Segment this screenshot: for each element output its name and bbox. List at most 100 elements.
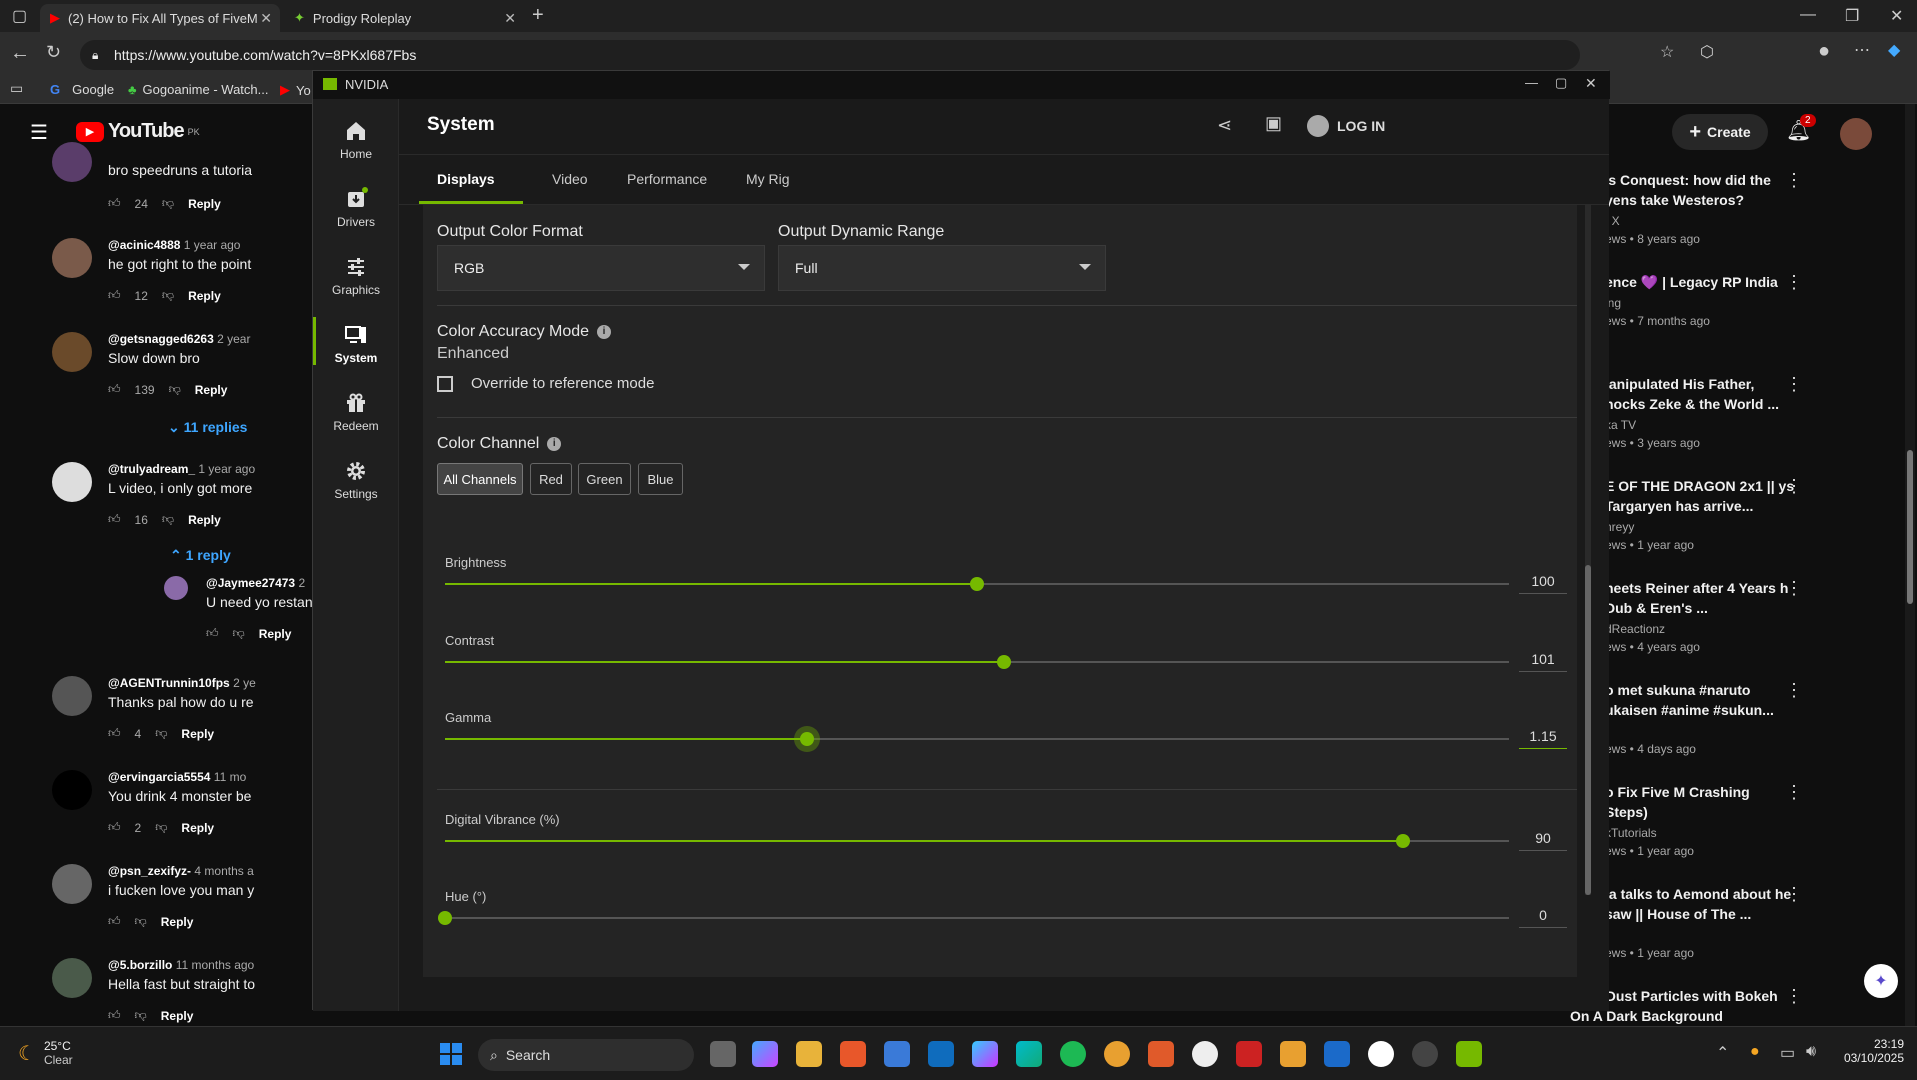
dislike-icon[interactable]: 👎︎ — [233, 626, 245, 641]
spotify-icon[interactable] — [1060, 1041, 1086, 1067]
comment-author[interactable]: @acinic4888 — [108, 238, 180, 252]
tab-youtube[interactable]: ▶ (2) How to Fix All Types of FiveM ✕ — [40, 4, 280, 32]
create-button[interactable]: + Create — [1672, 114, 1768, 150]
start-button[interactable] — [440, 1043, 462, 1065]
override-checkbox[interactable] — [437, 375, 453, 392]
file-explorer-icon[interactable] — [796, 1041, 822, 1067]
panel-scrollbar-thumb[interactable] — [1585, 565, 1591, 895]
recommended-video[interactable]: E OF THE DRAGON 2x1 || ys Targaryen has … — [1605, 476, 1803, 552]
microphone-icon[interactable]: ● — [1750, 1043, 1760, 1061]
reply-button[interactable]: Reply — [188, 197, 221, 211]
taskbar-search[interactable]: ⌕ Search — [478, 1039, 694, 1071]
like-icon[interactable]: 👍︎ — [108, 288, 121, 303]
channel-green-button[interactable]: Green — [578, 463, 631, 495]
reply-button[interactable]: Reply — [259, 627, 292, 641]
close-window-icon[interactable]: ✕ — [1890, 6, 1903, 26]
like-icon[interactable]: 👍︎ — [108, 726, 121, 741]
slider-track[interactable] — [445, 732, 1509, 746]
minimize-icon[interactable]: — — [1525, 75, 1538, 90]
tab-displays[interactable]: Displays — [437, 171, 495, 187]
more-vert-icon[interactable]: ⋮ — [1785, 578, 1803, 599]
nav-home[interactable]: Home — [313, 119, 399, 161]
slider-thumb[interactable] — [970, 577, 984, 591]
like-icon[interactable]: 👍︎ — [108, 914, 121, 929]
task-view-icon[interactable] — [710, 1041, 736, 1067]
store-icon[interactable] — [884, 1041, 910, 1067]
slider-value[interactable]: 101 — [1519, 651, 1567, 672]
slider-track[interactable] — [445, 577, 1509, 591]
reply-button[interactable]: Reply — [188, 289, 221, 303]
favorite-google[interactable]: G Google — [50, 82, 114, 97]
more-vert-icon[interactable]: ⋮ — [1785, 170, 1803, 191]
recommended-video[interactable]: heets Reiner after 4 Years h Dub & Eren'… — [1605, 578, 1803, 654]
favorite-youtube[interactable]: ▶ Yo — [280, 82, 311, 98]
recommended-video[interactable]: 's Conquest: how did the yens take Weste… — [1605, 170, 1803, 246]
info-icon[interactable]: i — [547, 436, 562, 451]
kick-app-icon[interactable] — [1148, 1041, 1174, 1067]
more-vert-icon[interactable]: ⋮ — [1785, 272, 1803, 293]
clock[interactable]: 23:19 03/10/2025 — [1836, 1037, 1904, 1065]
more-icon[interactable]: ⋯ — [1854, 40, 1870, 60]
profile-icon[interactable]: ● — [1818, 40, 1830, 63]
slider-value[interactable]: 100 — [1519, 573, 1567, 594]
slider-track[interactable] — [445, 834, 1509, 848]
slider-thumb[interactable] — [996, 655, 1011, 669]
dislike-icon[interactable]: 👎︎ — [162, 288, 174, 303]
comment-author[interactable]: @AGENTrunnin10fps — [108, 676, 230, 690]
scrollbar[interactable] — [1905, 104, 1915, 1026]
more-vert-icon[interactable]: ⋮ — [1785, 374, 1803, 395]
more-vert-icon[interactable]: ⋮ — [1785, 884, 1803, 905]
close-icon[interactable]: ✕ — [260, 10, 272, 27]
channel-red-button[interactable]: Red — [530, 463, 572, 495]
reply-button[interactable]: Reply — [181, 727, 214, 741]
replies-toggle[interactable]: ⌄ 11 replies — [168, 419, 247, 436]
more-vert-icon[interactable]: ⋮ — [1785, 782, 1803, 803]
dislike-icon[interactable]: 👎︎ — [135, 1008, 147, 1023]
close-icon[interactable]: ✕ — [504, 10, 516, 27]
nav-graphics[interactable]: Graphics — [313, 255, 399, 297]
recommended-video[interactable]: ia talks to Aemond about he saw || House… — [1605, 884, 1803, 960]
nvidia-taskbar-icon[interactable] — [1456, 1041, 1482, 1067]
override-checkbox-row[interactable]: Override to reference mode — [437, 375, 654, 392]
copilot-icon[interactable]: ◆ — [1888, 40, 1900, 60]
channel-all-button[interactable]: All Channels — [437, 463, 523, 495]
slider-value[interactable]: 1.15 — [1519, 728, 1567, 749]
recommended-video[interactable]: o met sukuna #naruto ukaisen #anime #suk… — [1605, 680, 1803, 756]
reply-button[interactable]: Reply — [161, 1009, 194, 1023]
chat-app-icon[interactable] — [1104, 1041, 1130, 1067]
slider-value[interactable]: 90 — [1519, 830, 1567, 851]
dislike-icon[interactable]: 👎︎ — [155, 820, 167, 835]
favorite-gogoanime[interactable]: ♣ Gogoanime - Watch... — [128, 82, 269, 97]
like-icon[interactable]: 👍︎ — [108, 196, 121, 211]
account-avatar[interactable] — [1840, 118, 1872, 150]
menu-icon[interactable]: ☰ — [30, 120, 48, 145]
youtube-logo[interactable]: ▶ YouTube PK — [76, 120, 200, 143]
floating-ai-icon[interactable]: ✦ — [1864, 964, 1898, 998]
output-color-format-select[interactable]: RGB — [437, 245, 765, 291]
slider-thumb[interactable] — [799, 732, 814, 746]
weather-widget[interactable]: ☾ 25°C Clear — [18, 1039, 73, 1067]
share-icon[interactable]: ⋖ — [1217, 115, 1232, 136]
dislike-icon[interactable]: 👎︎ — [162, 196, 174, 211]
outlook-icon[interactable] — [928, 1041, 954, 1067]
favorites-star-icon[interactable]: ☆ — [1660, 42, 1674, 62]
recommended-video[interactable]: o Fix Five M Crashing Steps) kTutorials ew… — [1605, 782, 1803, 858]
dislike-icon[interactable]: 👎︎ — [155, 726, 167, 741]
reply-button[interactable]: Reply — [195, 383, 228, 397]
comment-author[interactable]: @getsnagged6263 — [108, 332, 214, 346]
comment-author[interactable]: @Jaymee27473 — [206, 576, 295, 590]
like-icon[interactable]: 👍︎ — [108, 820, 121, 835]
steelseries-icon[interactable] — [1192, 1041, 1218, 1067]
comment-author[interactable]: @ervingarcia5554 — [108, 770, 210, 784]
slider-thumb[interactable] — [1395, 834, 1410, 848]
volume-icon[interactable]: 🔊︎ — [1806, 1043, 1816, 1061]
nav-system[interactable]: System — [313, 317, 399, 365]
back-icon[interactable]: ← — [10, 42, 30, 65]
tab-performance[interactable]: Performance — [627, 171, 707, 187]
gaming-app-icon[interactable] — [1280, 1041, 1306, 1067]
xbox-app-icon[interactable] — [1236, 1041, 1262, 1067]
dislike-icon[interactable]: 👎︎ — [169, 382, 181, 397]
maximize-icon[interactable]: ▢ — [1555, 75, 1567, 91]
refresh-icon[interactable]: ↻ — [46, 42, 61, 63]
rockstar-icon[interactable] — [1368, 1041, 1394, 1067]
